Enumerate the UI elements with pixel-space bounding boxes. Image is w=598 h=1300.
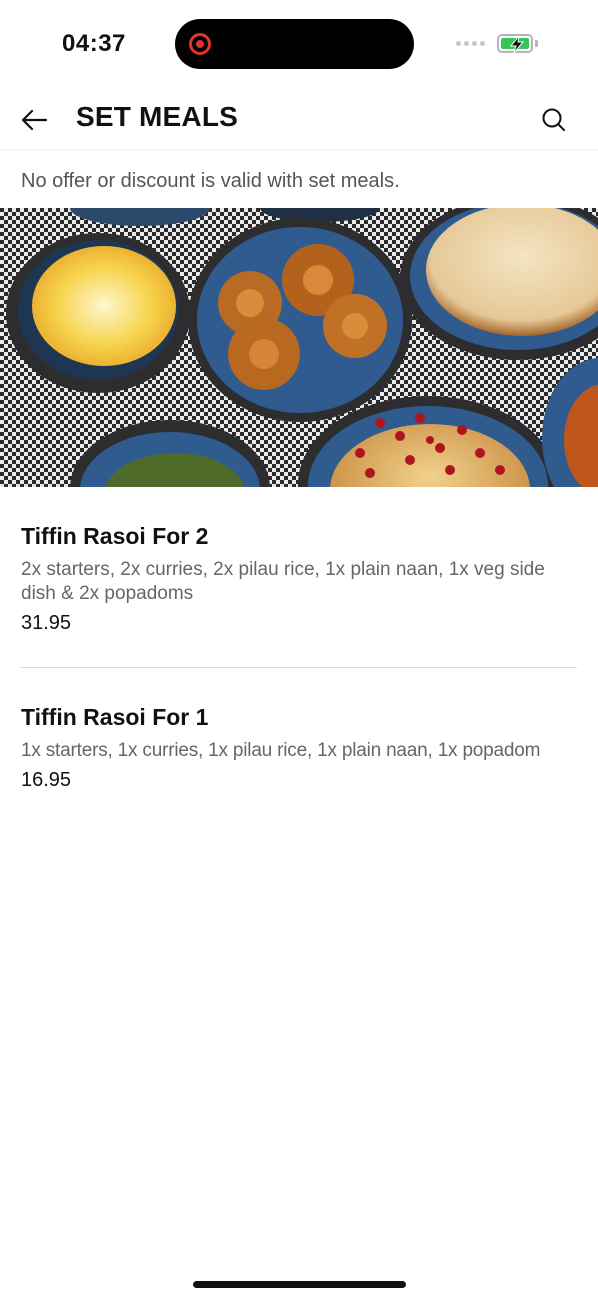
meal-name: Tiffin Rasoi For 2 [21, 523, 209, 549]
divider [21, 667, 577, 668]
search-icon [542, 108, 565, 131]
screen: 04:37 SET MEALS No offer or discount is … [0, 0, 598, 1300]
meal-name: Tiffin Rasoi For 1 [21, 704, 209, 730]
search-button[interactable] [534, 100, 574, 140]
meal-description: 2x starters, 2x curries, 2x pilau rice, … [21, 559, 545, 604]
meal-item[interactable]: Tiffin Rasoi For 1 1x starters, 1x curri… [21, 704, 598, 792]
app-header: SET MEALS [0, 90, 598, 150]
set-meals-banner-image [0, 208, 598, 487]
battery-cap [535, 40, 538, 47]
meal-description: 1x starters, 1x curries, 1x pilau rice, … [21, 740, 541, 761]
set-meal-notice: No offer or discount is valid with set m… [21, 170, 400, 192]
home-indicator[interactable] [193, 1281, 406, 1288]
status-time: 04:37 [62, 30, 126, 57]
back-button[interactable] [14, 100, 54, 140]
status-bar: 04:37 [0, 0, 598, 90]
page-title: SET MEALS [76, 101, 239, 132]
record-icon [189, 33, 211, 55]
arrow-left-icon [21, 109, 48, 131]
signal-icon [456, 41, 485, 46]
dynamic-island [175, 19, 414, 69]
meal-price: 31.95 [21, 612, 72, 634]
meal-item[interactable]: Tiffin Rasoi For 2 2x starters, 2x curri… [21, 523, 577, 635]
battery-charging-icon [497, 34, 533, 53]
meal-price: 16.95 [21, 769, 72, 791]
